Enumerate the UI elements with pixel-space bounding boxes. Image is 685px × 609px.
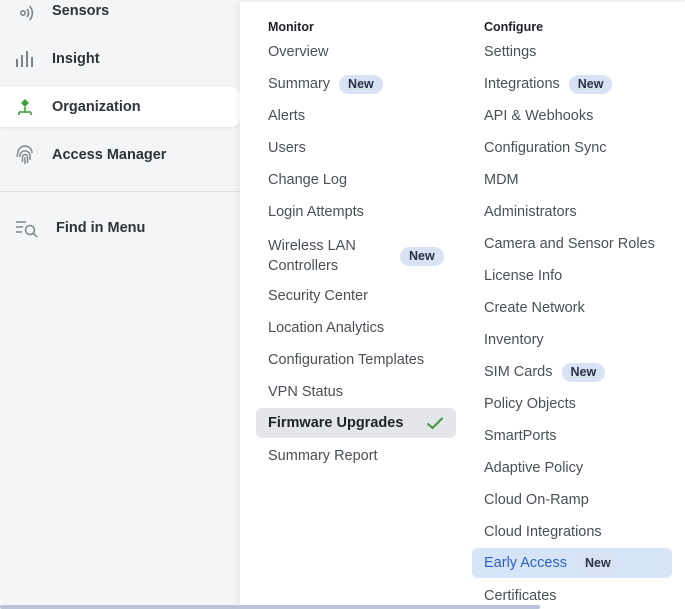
menu-item-early-access[interactable]: Early Access New (472, 548, 672, 578)
menu-item-integrations[interactable]: Integrations New (484, 69, 613, 99)
menu-item-change-log[interactable]: Change Log (268, 165, 347, 195)
sidebar-divider (0, 191, 240, 192)
new-badge: New (339, 74, 383, 94)
menu-item-smartports[interactable]: SmartPorts (484, 421, 557, 451)
checkmark-icon (426, 416, 444, 430)
menu-item-create-network[interactable]: Create Network (484, 293, 585, 323)
menu-item-overview[interactable]: Overview (268, 37, 328, 67)
new-badge: New (561, 362, 606, 382)
menu-item-mdm[interactable]: MDM (484, 165, 519, 195)
menu-item-cloud-integrations[interactable]: Cloud Integrations (484, 517, 602, 547)
find-in-menu-label: Find in Menu (56, 220, 146, 236)
sidebar-item-access-manager[interactable]: Access Manager (0, 135, 240, 175)
fingerprint-icon (14, 144, 36, 166)
sidebar-item-label: Insight (52, 51, 100, 67)
menu-item-summary[interactable]: Summary New (268, 69, 383, 99)
menu-item-policy-objects[interactable]: Policy Objects (484, 389, 576, 419)
insight-bars-icon (14, 48, 36, 70)
sidebar-item-organization[interactable]: Organization (0, 87, 240, 127)
configure-heading: Configure (484, 20, 544, 34)
new-badge: New (568, 74, 613, 94)
sidebar-item-sensors[interactable]: Sensors (0, 0, 240, 31)
menu-item-vpn-status[interactable]: VPN Status (268, 377, 343, 407)
menu-item-api-webhooks[interactable]: API & Webhooks (484, 101, 593, 131)
menu-item-location-analytics[interactable]: Location Analytics (268, 313, 384, 343)
search-menu-icon (14, 217, 40, 239)
menu-item-cloud-on-ramp[interactable]: Cloud On-Ramp (484, 485, 589, 515)
menu-item-configuration-templates[interactable]: Configuration Templates (268, 345, 424, 375)
menu-item-summary-report[interactable]: Summary Report (268, 441, 378, 471)
menu-item-sim-cards[interactable]: SIM Cards New (484, 357, 606, 387)
monitor-heading: Monitor (268, 20, 314, 34)
menu-item-administrators[interactable]: Administrators (484, 197, 577, 227)
organization-icon (14, 96, 36, 118)
menu-item-alerts[interactable]: Alerts (268, 101, 305, 131)
menu-item-login-attempts[interactable]: Login Attempts (268, 197, 364, 227)
sidebar-item-label: Organization (52, 99, 141, 115)
new-badge: New (576, 553, 620, 573)
menu-item-configuration-sync[interactable]: Configuration Sync (484, 133, 607, 163)
menu-item-license-info[interactable]: License Info (484, 261, 562, 291)
menu-item-firmware-upgrades[interactable]: Firmware Upgrades (256, 408, 456, 438)
menu-item-users[interactable]: Users (268, 133, 306, 163)
menu-item-security-center[interactable]: Security Center (268, 281, 368, 311)
sidebar-item-insight[interactable]: Insight (0, 39, 240, 79)
menu-item-inventory[interactable]: Inventory (484, 325, 544, 355)
sensor-icon (14, 0, 36, 22)
menu-item-camera-sensor-roles[interactable]: Camera and Sensor Roles (484, 229, 655, 259)
sidebar-item-label: Sensors (52, 3, 110, 19)
menu-item-wireless-lan-controllers[interactable]: Wireless LAN Controllers New (268, 236, 448, 276)
find-in-menu-button[interactable]: Find in Menu (0, 208, 240, 248)
menu-item-adaptive-policy[interactable]: Adaptive Policy (484, 453, 583, 483)
menu-item-settings[interactable]: Settings (484, 37, 536, 67)
sidebar: Sensors Insight Organization Access Mana… (0, 0, 240, 609)
new-badge: New (400, 246, 444, 266)
sidebar-item-label: Access Manager (52, 147, 167, 163)
horizontal-scrollbar[interactable] (0, 605, 540, 609)
organization-menu-panel: Monitor Configure Overview Summary New Al… (240, 2, 685, 609)
